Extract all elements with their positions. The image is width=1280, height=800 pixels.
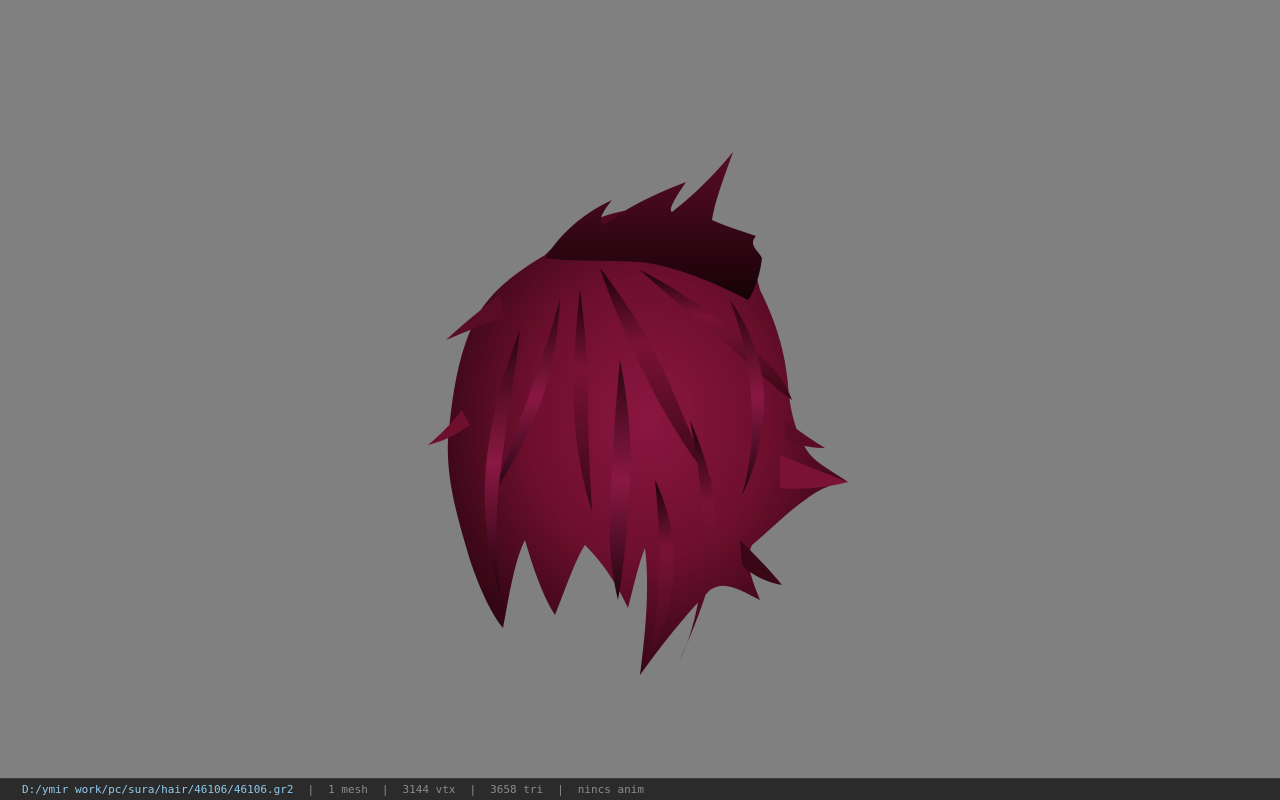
vertex-count-label: 3144 vtx [402,783,456,796]
mesh-count-label: 1 mesh [328,783,368,796]
status-separator: | [381,783,389,796]
hair-mass [447,209,848,675]
status-separator: | [469,783,477,796]
status-bar: D:/ymir work/pc/sura/hair/46106/46106.gr… [0,778,1280,800]
animation-status-label: nincs anim [577,783,644,796]
status-separator: | [557,783,564,796]
hair-model-render [428,152,848,675]
3d-viewport[interactable] [0,0,1280,778]
triangle-count-label: 3658 tri [490,783,544,796]
status-separator: | [307,783,315,796]
file-path-label: D:/ymir work/pc/sura/hair/46106/46106.gr… [22,783,294,796]
